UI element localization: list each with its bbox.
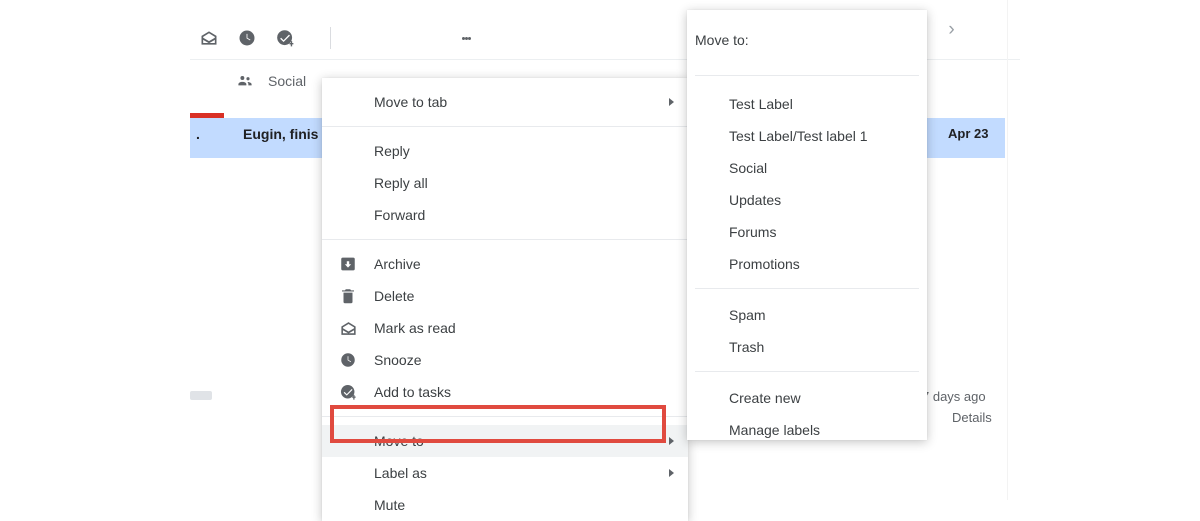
submenu-item-manage-labels[interactable]: Manage labels [687,414,927,446]
menu-item-label: Mark as read [374,320,456,336]
menu-item-label: Reply [374,143,410,159]
message-date: Apr 23 [948,126,989,141]
submenu-group-gap [687,372,927,382]
menu-item-label: Forward [374,207,426,223]
submenu-list: Test Label Test Label/Test label 1 Social U… [687,76,927,446]
context-menu: Move to tab Reply Reply all Forward Archive D… [322,78,688,521]
menu-item-label: Archive [374,256,421,272]
placeholder-block [190,391,212,400]
chevron-right-icon [669,98,674,106]
submenu-item-promotions[interactable]: Promotions [687,248,927,280]
submenu-item-label: Create new [729,390,801,406]
menu-item-reply[interactable]: Reply [322,135,688,167]
submenu-item-updates[interactable]: Updates [687,184,927,216]
chevron-right-icon [669,437,674,445]
menu-item-label: Add to tasks [374,384,452,400]
message-subject: Eugin, finis [243,126,319,142]
menu-item-delete[interactable]: Delete [322,280,688,312]
menu-item-label: Move to [374,433,424,449]
menu-item-label: Mute [374,497,406,513]
menu-item-reply-all[interactable]: Reply all [322,167,688,199]
menu-item-mark-as-read[interactable]: Mark as read [322,312,688,344]
clock-icon [336,348,360,372]
menu-item-move-to-tab[interactable]: Move to tab [322,86,688,118]
add-to-tasks-icon[interactable] [266,19,304,57]
submenu-item-label: Forums [729,224,777,240]
menu-item-mute[interactable]: Mute [322,489,688,521]
envelope-open-icon [336,316,360,340]
submenu-item-label: Spam [729,307,766,323]
submenu-item-test-label[interactable]: Test Label [687,88,927,120]
menu-item-archive[interactable]: Archive [322,248,688,280]
details-link[interactable]: Details [952,407,1042,428]
pane-edge [1007,0,1008,500]
move-to-submenu: Move to: Test Label Test Label/Test label… [687,10,927,440]
submenu-item-create-new[interactable]: Create new [687,382,927,414]
submenu-item-label: Test Label [729,96,793,112]
menu-item-label-as[interactable]: Label as [322,457,688,489]
submenu-title: Move to: [695,32,749,48]
menu-item-snooze[interactable]: Snooze [322,344,688,376]
menu-item-label: Label as [374,465,427,481]
submenu-item-test-label-test-label-1[interactable]: Test Label/Test label 1 [687,120,927,152]
submenu-item-label: Manage labels [729,422,821,438]
message-sender: . [196,126,200,142]
menu-item-label: Reply all [374,175,428,191]
tab-social-label: Social [268,73,307,89]
submenu-group-gap [687,289,927,299]
snooze-icon[interactable] [228,19,266,57]
submenu-item-label: Updates [729,192,782,208]
mark-as-read-icon[interactable] [190,19,228,57]
chevron-right-icon [669,469,674,477]
menu-divider [322,416,688,417]
trash-icon [336,284,360,308]
submenu-item-forums[interactable]: Forums [687,216,927,248]
tab-social[interactable]: Social [236,72,306,90]
submenu-item-label: Trash [729,339,765,355]
submenu-item-trash[interactable]: Trash [687,331,927,363]
people-icon [236,72,254,90]
next-page-button[interactable]: › [948,20,954,39]
more-options-button[interactable] [451,19,481,57]
menu-item-move-to[interactable]: Move to [322,425,688,457]
submenu-item-label: Promotions [729,256,800,272]
menu-item-forward[interactable]: Forward [322,199,688,231]
submenu-item-label: Social [729,160,768,176]
time-ago-label: 7 days ago [922,389,986,404]
submenu-item-spam[interactable]: Spam [687,299,927,331]
menu-item-add-to-tasks[interactable]: Add to tasks [322,376,688,408]
menu-divider [322,126,688,127]
task-check-icon [336,380,360,404]
archive-icon [336,252,360,276]
menu-divider [322,239,688,240]
submenu-item-label: Test Label/Test label 1 [729,128,868,144]
message-meta: 7 days ago Details [922,386,1042,428]
menu-item-label: Snooze [374,352,422,368]
submenu-item-social[interactable]: Social [687,152,927,184]
toolbar-separator [330,27,331,49]
menu-item-label: Delete [374,288,415,304]
menu-item-label: Move to tab [374,94,448,110]
kebab-dot [467,36,471,40]
